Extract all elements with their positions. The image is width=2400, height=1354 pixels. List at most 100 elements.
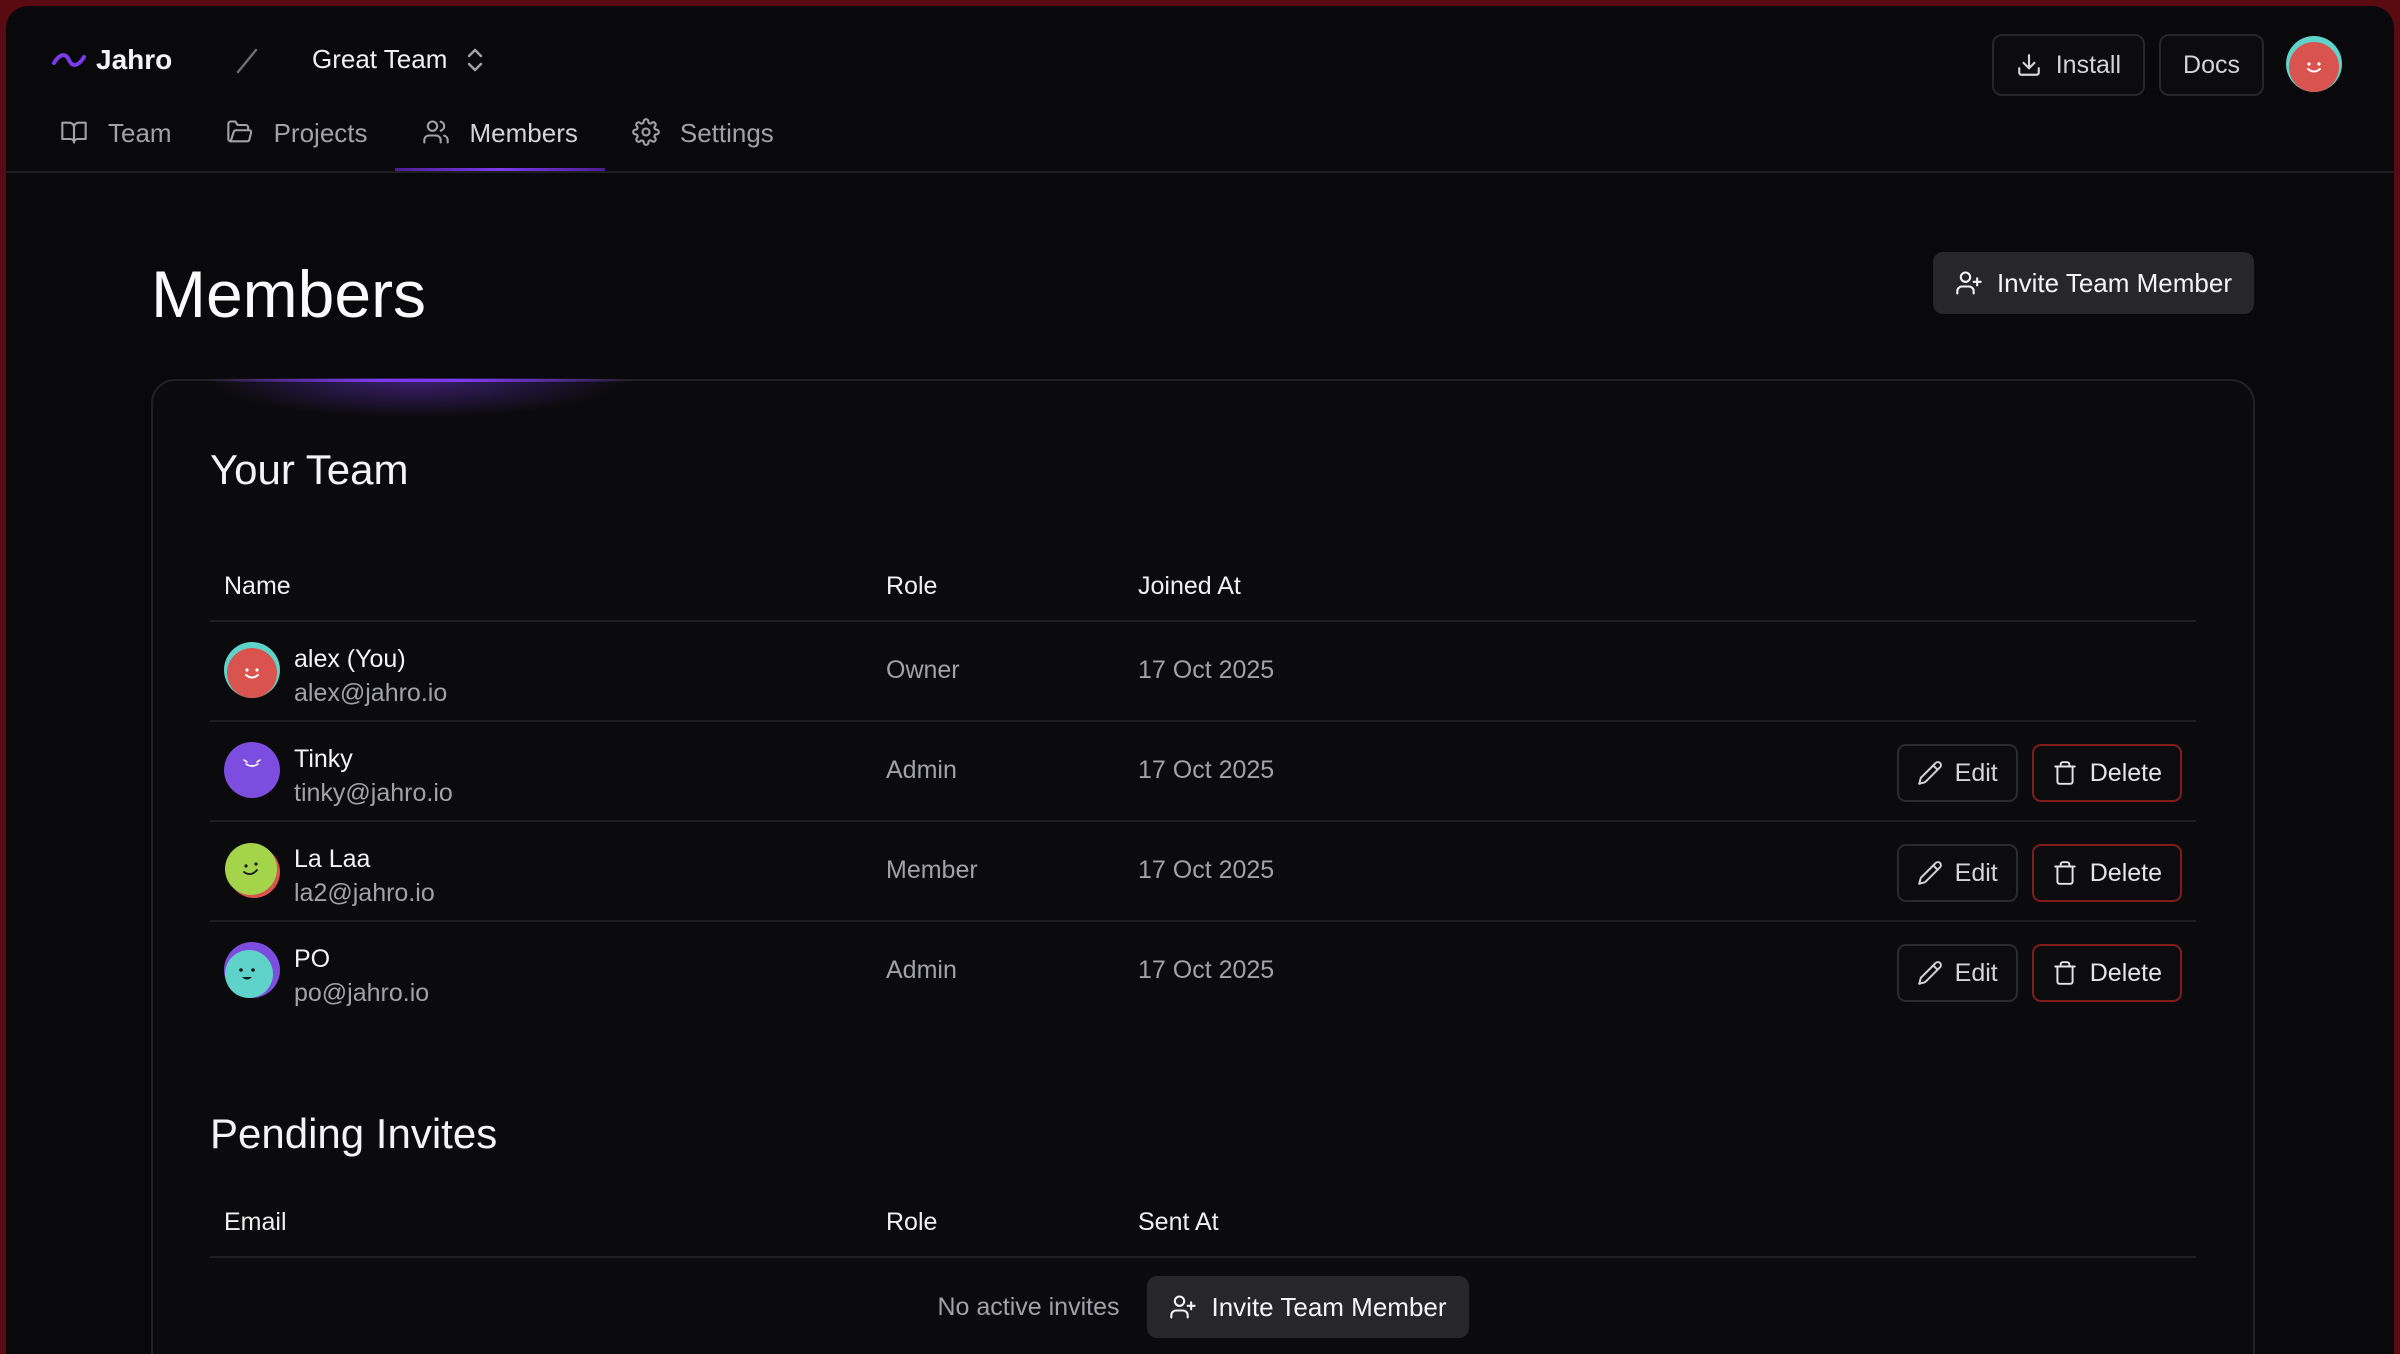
member-cell: La Laa la2@jahro.io: [224, 842, 435, 910]
download-icon: [2017, 54, 2040, 76]
column-joined: Joined At: [1138, 572, 1241, 600]
book-icon: [61, 121, 87, 144]
card-glow: [206, 378, 626, 418]
edit-label: Edit: [1954, 758, 1998, 787]
edit-button[interactable]: Edit: [1896, 944, 2018, 1002]
tab-members[interactable]: Members: [394, 118, 606, 171]
member-email: la2@jahro.io: [294, 879, 435, 907]
invite-team-member-label: Invite Team Member: [1996, 267, 2232, 298]
install-label: Install: [2055, 50, 2122, 79]
docs-button[interactable]: Docs: [2159, 34, 2264, 96]
table-row: alex (You) alex@jahro.io Owner 17 Oct 20…: [210, 622, 2196, 722]
delete-button[interactable]: Delete: [2031, 844, 2182, 902]
row-actions: Edit Delete: [1896, 744, 2182, 802]
member-email: po@jahro.io: [294, 979, 430, 1007]
member-name: La Laa: [294, 845, 371, 873]
table-row: La Laa la2@jahro.io Member 17 Oct 2025 E…: [210, 822, 2196, 922]
invite-team-member-button-empty[interactable]: Invite Team Member: [1147, 1276, 1469, 1338]
edit-button[interactable]: Edit: [1896, 744, 2018, 802]
folder-icon: [226, 120, 252, 143]
delete-label: Delete: [2089, 958, 2162, 987]
tab-team[interactable]: Team: [52, 118, 199, 171]
user-avatar[interactable]: [2286, 36, 2342, 92]
member-role: Member: [886, 856, 978, 884]
avatar: [225, 843, 280, 898]
tab-settings[interactable]: Settings: [605, 118, 801, 171]
trash-icon: [2054, 861, 2076, 885]
edit-label: Edit: [1954, 858, 1998, 887]
delete-label: Delete: [2089, 758, 2162, 787]
page-title: Members: [151, 257, 427, 331]
tab-projects-label: Projects: [273, 118, 368, 148]
user-plus-icon: [1956, 271, 1982, 295]
trash-icon: [2054, 961, 2076, 985]
gear-icon: [632, 118, 660, 146]
card-glow-line: [211, 379, 631, 382]
member-cell: Tinky tinky@jahro.io: [224, 742, 453, 810]
member-cell: PO po@jahro.io: [224, 942, 429, 1010]
empty-text: No active invites: [937, 1292, 1120, 1321]
member-name: PO: [294, 945, 331, 973]
table-row: Tinky tinky@jahro.io Admin 17 Oct 2025 E…: [210, 722, 2196, 822]
tab-team-label: Team: [108, 118, 172, 148]
member-name: Tinky: [294, 745, 353, 773]
member-name: alex (You): [294, 645, 406, 673]
column-name: Name: [224, 572, 291, 600]
chevron-up-down-icon: [468, 48, 483, 71]
column-email: Email: [224, 1208, 287, 1236]
top-bar: Jahro Great Team Install Docs Team Proje…: [6, 6, 2394, 173]
logo-wave-icon: [52, 53, 86, 67]
invite-team-member-button[interactable]: Invite Team Member: [1932, 252, 2254, 314]
pending-invites-title: Pending Invites: [210, 1110, 498, 1157]
user-plus-icon: [1170, 1295, 1197, 1319]
member-email: tinky@jahro.io: [294, 779, 453, 807]
row-actions: Edit Delete: [1896, 944, 2182, 1002]
brand-name: Jahro: [96, 44, 173, 75]
member-email: alex@jahro.io: [294, 679, 448, 707]
team-name: Great Team: [312, 44, 448, 74]
users-icon: [422, 120, 449, 144]
team-switcher[interactable]: Great Team: [312, 44, 485, 75]
tab-members-label: Members: [469, 118, 578, 148]
tab-projects[interactable]: Projects: [199, 118, 395, 171]
invites-table-header: Email Role Sent At: [210, 1184, 2196, 1258]
column-role: Role: [886, 572, 938, 600]
delete-button[interactable]: Delete: [2031, 744, 2182, 802]
member-role: Admin: [886, 956, 957, 984]
trash-icon: [2054, 761, 2076, 785]
your-team-title: Your Team: [210, 446, 409, 493]
install-button[interactable]: Install: [1991, 34, 2146, 96]
pencil-icon: [1917, 861, 1942, 885]
member-role: Admin: [886, 756, 957, 784]
avatar: [224, 942, 280, 998]
app-window: Jahro Great Team Install Docs Team Proje…: [6, 6, 2394, 1354]
delete-button[interactable]: Delete: [2031, 944, 2182, 1002]
pencil-icon: [1917, 961, 1942, 985]
members-card: Your Team Name Role Joined At alex (You)…: [151, 379, 2255, 1354]
invite-team-member-label: Invite Team Member: [1211, 1291, 1447, 1322]
docs-label: Docs: [2183, 50, 2240, 79]
tab-settings-label: Settings: [679, 118, 774, 148]
column-sent: Sent At: [1138, 1208, 1219, 1236]
edit-label: Edit: [1954, 958, 1998, 987]
member-role: Owner: [886, 656, 960, 684]
top-actions: Install Docs: [1991, 34, 2264, 96]
members-table-header: Name Role Joined At: [210, 548, 2196, 622]
member-joined: 17 Oct 2025: [1138, 856, 1275, 884]
member-cell: alex (You) alex@jahro.io: [224, 642, 447, 710]
breadcrumb-separator-icon: [236, 48, 258, 74]
delete-label: Delete: [2089, 858, 2162, 887]
member-joined: 17 Oct 2025: [1138, 956, 1275, 984]
column-role: Role: [886, 1208, 938, 1236]
table-row: PO po@jahro.io Admin 17 Oct 2025 Edit De…: [210, 922, 2196, 1020]
nav-tabs: Team Projects Members Settings: [52, 118, 801, 171]
pencil-icon: [1917, 761, 1942, 785]
member-joined: 17 Oct 2025: [1138, 756, 1275, 784]
brand[interactable]: Jahro: [52, 44, 172, 76]
member-joined: 17 Oct 2025: [1138, 656, 1275, 684]
avatar: [224, 742, 280, 798]
edit-button[interactable]: Edit: [1896, 844, 2018, 902]
row-actions: Edit Delete: [1896, 844, 2182, 902]
avatar: [224, 642, 280, 698]
invites-empty-state: No active invites Invite Team Member: [153, 1276, 2253, 1338]
